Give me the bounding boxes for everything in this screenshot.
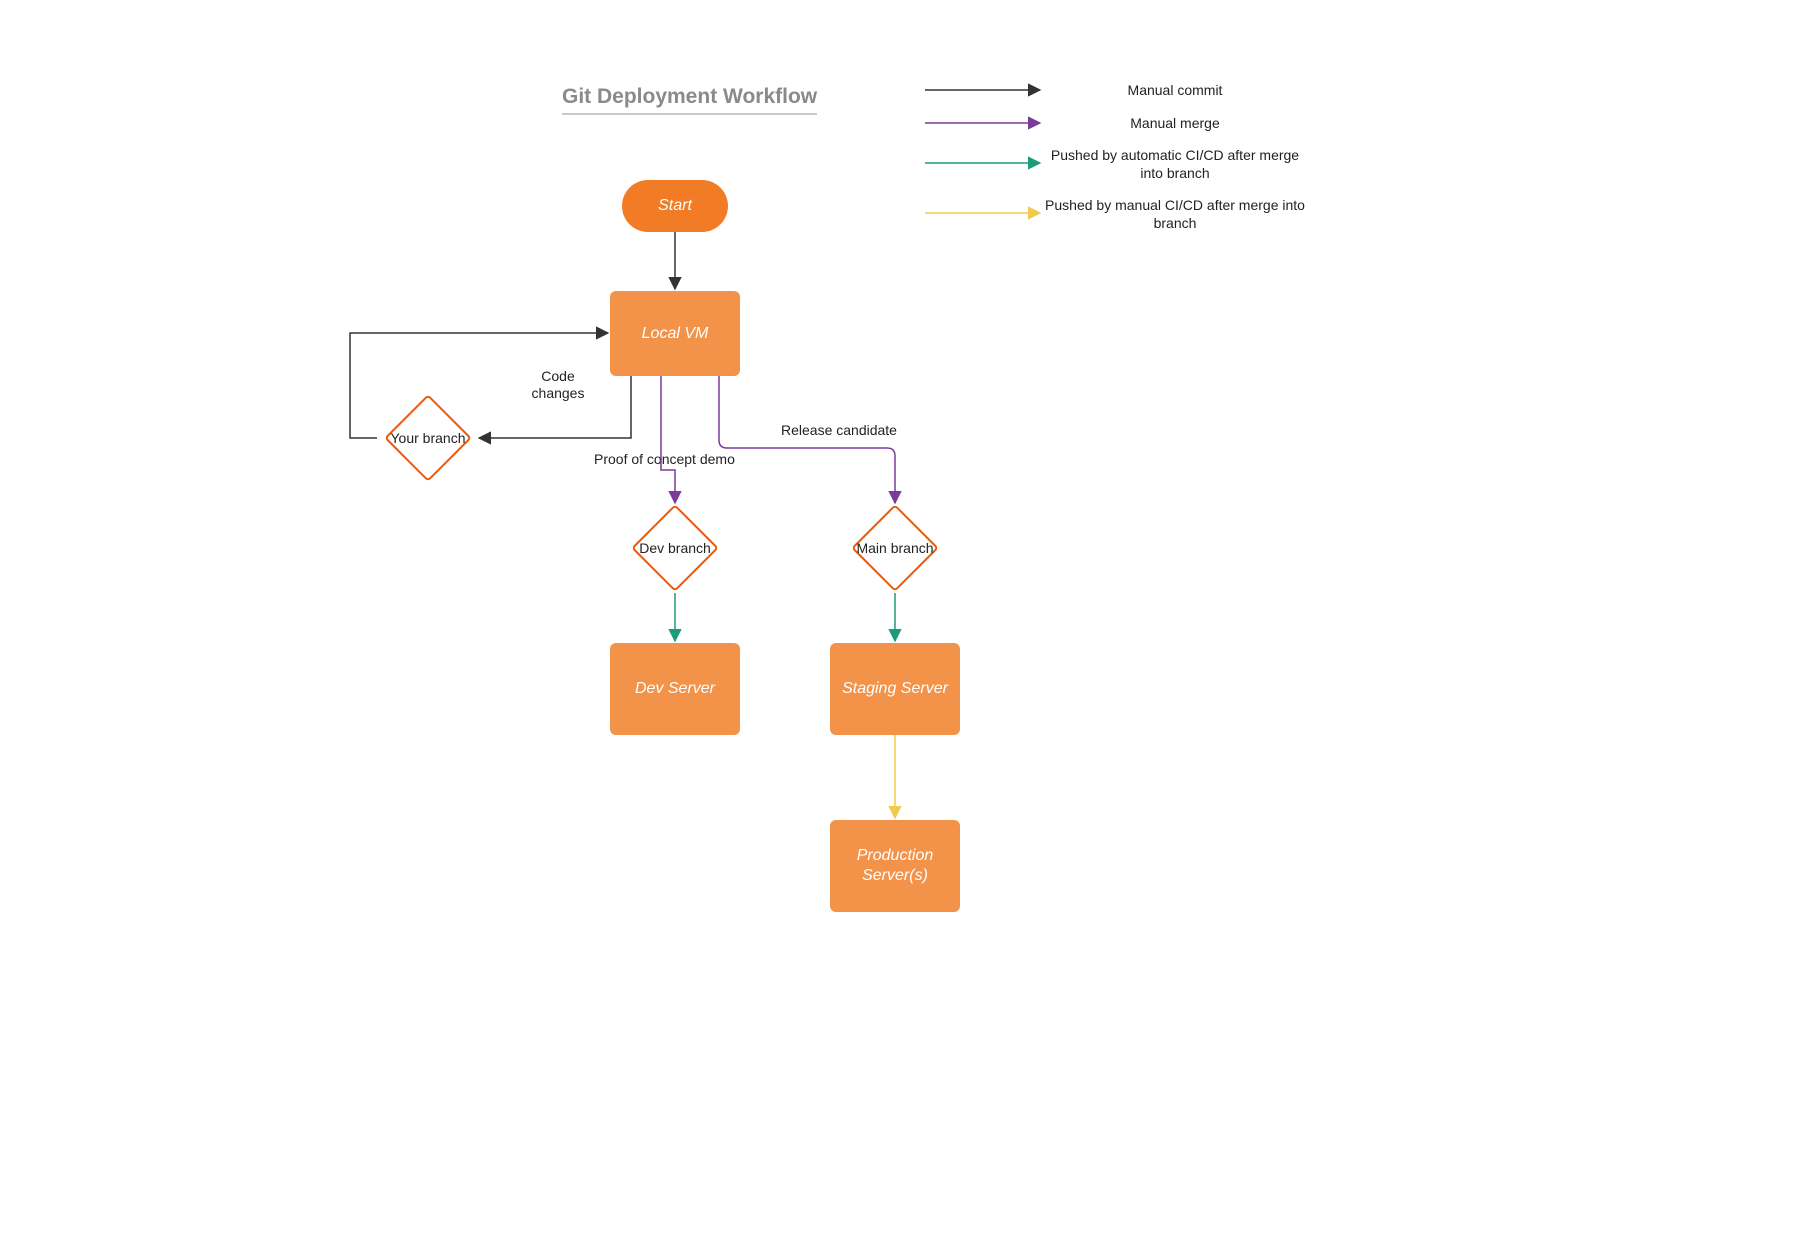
node-staging-server: Staging Server xyxy=(830,643,960,735)
node-main-branch-label: Main branch xyxy=(856,540,933,556)
node-local-vm: Local VM xyxy=(610,291,740,376)
legend-arrows xyxy=(0,0,1800,1260)
legend-merge-label: Manual merge xyxy=(1045,115,1305,133)
node-local-vm-label: Local VM xyxy=(642,324,709,344)
node-start-label: Start xyxy=(658,197,692,215)
node-staging-server-label: Staging Server xyxy=(842,679,948,699)
node-production-server: Production Server(s) xyxy=(830,820,960,912)
legend-auto-label: Pushed by automatic CI/CD after merge in… xyxy=(1045,147,1305,182)
legend-commit-label: Manual commit xyxy=(1045,82,1305,100)
node-dev-server-label: Dev Server xyxy=(635,679,715,699)
diagram-title: Git Deployment Workflow xyxy=(562,85,817,115)
node-start: Start xyxy=(622,180,728,232)
edge-label-poc-demo: Proof of concept demo xyxy=(594,451,735,468)
node-your-branch-label: Your branch xyxy=(391,430,466,446)
node-dev-server: Dev Server xyxy=(610,643,740,735)
node-dev-branch: Dev branch xyxy=(644,517,706,579)
node-production-server-label: Production Server(s) xyxy=(830,846,960,886)
node-main-branch: Main branch xyxy=(864,517,926,579)
node-dev-branch-label: Dev branch xyxy=(639,540,711,556)
node-your-branch: Your branch xyxy=(397,407,459,469)
flow-edges xyxy=(0,0,1800,1260)
edge-label-release-candidate: Release candidate xyxy=(781,422,897,439)
legend-manual-label: Pushed by manual CI/CD after merge into … xyxy=(1045,197,1305,232)
edge-label-code-changes: Code changes xyxy=(518,368,598,402)
